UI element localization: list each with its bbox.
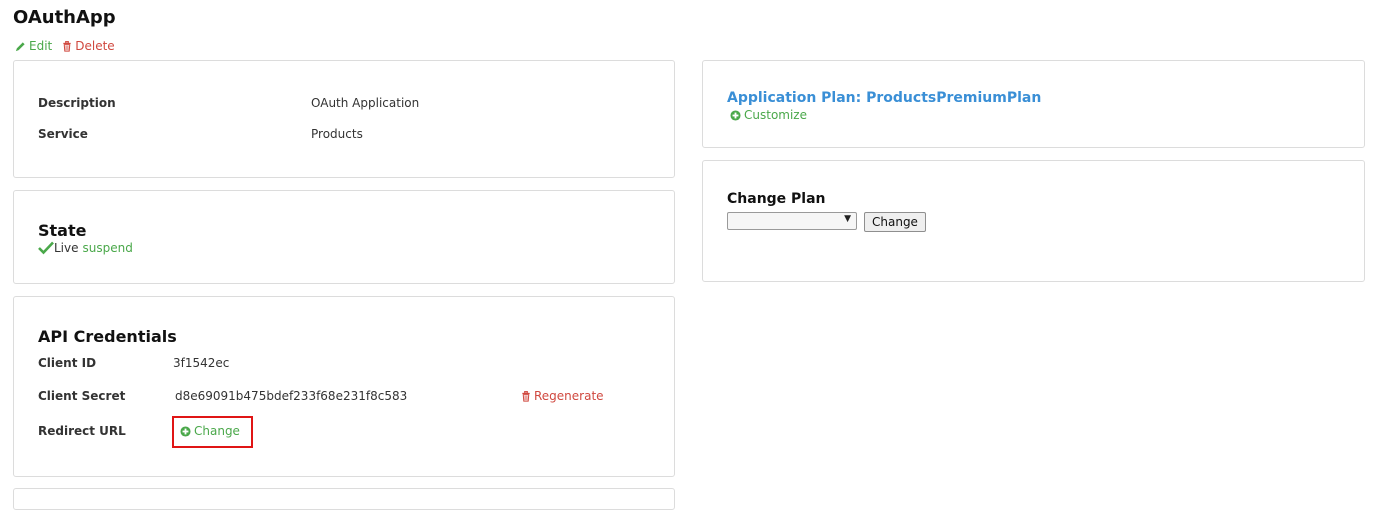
state-status: Live suspend: [38, 241, 133, 255]
client-secret-label: Client Secret: [38, 389, 126, 403]
edit-label: Edit: [29, 39, 53, 53]
regenerate-link[interactable]: Regenerate: [521, 389, 604, 403]
plan-select[interactable]: ▼: [727, 212, 857, 230]
trash-icon: [521, 390, 531, 402]
checkmark-icon: [38, 241, 54, 255]
state-title: State: [38, 221, 87, 240]
page-actions: Edit Delete: [15, 39, 115, 53]
redirect-url-label: Redirect URL: [38, 424, 126, 438]
client-secret-value: d8e69091b475bdef233f68e231f8c583: [175, 389, 408, 403]
state-card: State Live suspend: [13, 190, 675, 284]
pencil-icon: [15, 41, 26, 52]
trash-icon: [62, 40, 72, 52]
client-id-value: 3f1542ec: [173, 356, 230, 370]
regenerate-label: Regenerate: [534, 389, 604, 403]
details-card: Description OAuth Application Service Pr…: [13, 60, 675, 178]
edit-link[interactable]: Edit: [15, 39, 52, 53]
next-card: [13, 488, 675, 510]
plus-circle-icon: [730, 109, 741, 121]
state-status-label: Live: [54, 241, 79, 255]
description-value: OAuth Application: [311, 96, 420, 110]
change-plan-button[interactable]: Change: [864, 212, 926, 232]
plan-card: Application Plan: ProductsPremiumPlan Cu…: [702, 60, 1365, 148]
plan-title-link[interactable]: Application Plan: ProductsPremiumPlan: [727, 90, 1041, 106]
credentials-title: API Credentials: [38, 327, 177, 346]
service-link[interactable]: Products: [311, 127, 363, 141]
credentials-card: API Credentials Client ID 3f1542ec Clien…: [13, 296, 675, 477]
description-label: Description: [38, 96, 116, 110]
highlight-box: [172, 416, 253, 448]
delete-label: Delete: [75, 39, 115, 53]
dropdown-arrow-icon: ▼: [844, 214, 851, 224]
client-id-label: Client ID: [38, 356, 97, 370]
suspend-link[interactable]: suspend: [83, 241, 133, 255]
customize-link[interactable]: Customize: [730, 108, 807, 122]
change-plan-title: Change Plan: [727, 191, 826, 207]
customize-label: Customize: [744, 108, 807, 122]
delete-link[interactable]: Delete: [62, 39, 115, 53]
change-plan-card: Change Plan ▼ Change: [702, 160, 1365, 282]
page-title: OAuthApp: [13, 7, 116, 28]
service-label: Service: [38, 127, 88, 141]
